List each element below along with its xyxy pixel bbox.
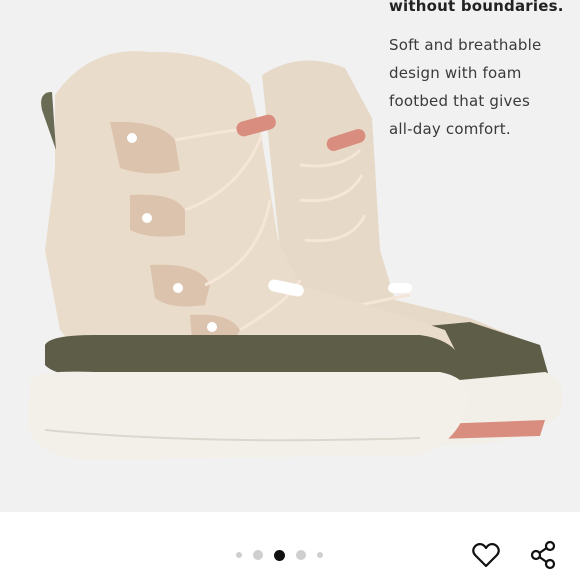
- product-description: Soft and breathable design with foam foo…: [389, 36, 542, 138]
- carousel-indicator: [236, 547, 323, 563]
- product-image-area: without boundaries. Soft and breathable …: [0, 0, 580, 512]
- carousel-dot-2[interactable]: [253, 550, 263, 560]
- share-icon: [530, 540, 556, 570]
- share-button[interactable]: [526, 538, 560, 572]
- favorite-button[interactable]: [469, 538, 503, 572]
- product-headline: without boundaries.: [389, 0, 564, 15]
- carousel-dot-4[interactable]: [296, 550, 306, 560]
- heart-icon: [472, 543, 500, 568]
- carousel-dot-1[interactable]: [236, 552, 242, 558]
- carousel-dot-5[interactable]: [317, 552, 323, 558]
- carousel-dot-3-active[interactable]: [274, 549, 285, 561]
